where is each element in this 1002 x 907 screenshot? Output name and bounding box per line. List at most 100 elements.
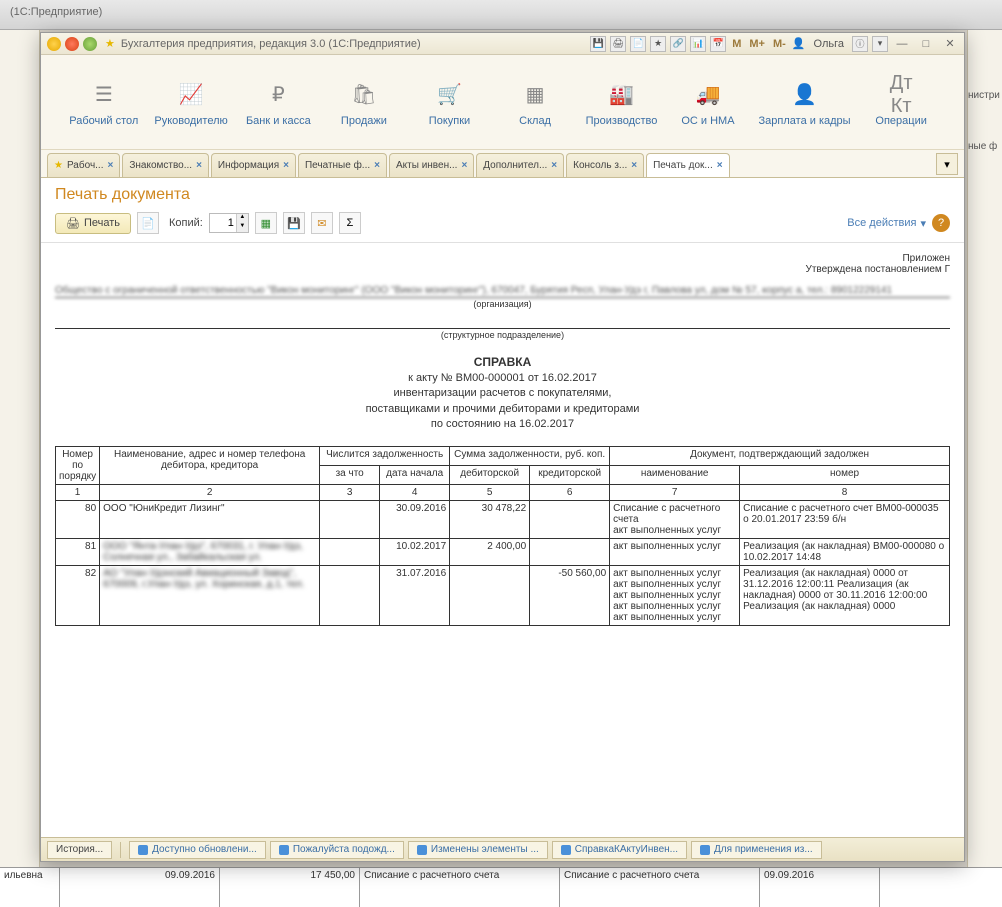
tab[interactable]: Печать док...×	[646, 153, 730, 177]
history-button[interactable]: История...	[47, 841, 112, 859]
tab-label: Информация	[218, 160, 279, 171]
nav-icon: 👤	[793, 83, 817, 107]
tab-close-icon[interactable]: ×	[283, 160, 289, 171]
background-parent-window-title: (1С:Предприятие)	[0, 0, 1002, 30]
bg-cell: 09.09.2016	[60, 868, 220, 907]
table-row[interactable]: 80 ООО "ЮниКредит Лизинг" 30.09.2016 30 …	[56, 501, 950, 539]
info-icon[interactable]: ⓘ	[852, 36, 868, 52]
col-index: 8	[740, 485, 950, 501]
minimize-button[interactable]: —	[892, 36, 912, 52]
nav-icon: 🛍	[352, 83, 376, 107]
statusbar-item[interactable]: СправкаКАктуИнвен...	[552, 841, 687, 859]
calculator-icon[interactable]: 📊	[690, 36, 706, 52]
cell-for-what	[320, 539, 380, 566]
nav-item-банк-и-касса[interactable]: ₽Банк и касса	[243, 83, 313, 127]
document-icon[interactable]: 📄	[630, 36, 646, 52]
star-icon[interactable]: ★	[650, 36, 666, 52]
close-button[interactable]: ✕	[940, 36, 960, 52]
document-preview-area[interactable]: Приложен Утверждена постановлением Г Общ…	[41, 243, 964, 837]
info-icon	[561, 845, 571, 855]
nav-item-производство[interactable]: 🏭Производство	[586, 83, 658, 127]
content-header: Печать документа	[41, 178, 964, 208]
tab[interactable]: Информация ×	[211, 153, 296, 177]
calendar-icon[interactable]: 📅	[710, 36, 726, 52]
preview-button[interactable]: 📄	[137, 212, 159, 234]
nav-item-зарплата-и-кадры[interactable]: 👤Зарплата и кадры	[759, 83, 851, 127]
statusbar-item[interactable]: Доступно обновлени...	[129, 841, 266, 859]
col-number: Номер по порядку	[56, 447, 100, 485]
help-button[interactable]: ?	[932, 214, 950, 232]
spinner-down[interactable]: ▼	[236, 223, 248, 232]
table-settings-button[interactable]: ▦	[255, 212, 277, 234]
doc-appendix-line: Приложен Утверждена постановлением Г	[55, 253, 950, 275]
titlebar-dot-icon[interactable]	[83, 37, 97, 51]
tab[interactable]: Дополнител... ×	[476, 153, 564, 177]
save-button[interactable]: 💾	[283, 212, 305, 234]
nav-item-ос-и-нма[interactable]: 🚚ОС и НМА	[673, 83, 743, 127]
nav-item-руководителю[interactable]: 📈Руководителю	[154, 83, 227, 127]
col-doc-name: наименование	[610, 466, 740, 485]
bg-right-text: ные ф	[968, 141, 1002, 152]
col-index: 6	[530, 485, 610, 501]
maximize-button[interactable]: □	[916, 36, 936, 52]
nav-label: Продажи	[341, 115, 387, 127]
nav-item-склад[interactable]: ▦Склад	[500, 83, 570, 127]
statusbar-item[interactable]: Пожалуйста подожд...	[270, 841, 404, 859]
nav-item-операции[interactable]: Дт КтОперации	[866, 83, 936, 127]
tab-close-icon[interactable]: ×	[196, 160, 202, 171]
doc-subtitle: к акту № ВМ00-000001 от 16.02.2017	[55, 371, 950, 386]
spinner-up[interactable]: ▲	[236, 214, 248, 223]
info-icon	[279, 845, 289, 855]
cell-name: ООО "ЮниКредит Лизинг"	[100, 501, 320, 539]
statusbar-item[interactable]: Для применения из...	[691, 841, 822, 859]
debt-table: Номер по порядку Наименование, адрес и н…	[55, 446, 950, 626]
statusbar-item[interactable]: Изменены элементы ...	[408, 841, 548, 859]
tab-close-icon[interactable]: ×	[107, 160, 113, 171]
tab-label: Дополнител...	[483, 160, 547, 171]
dropdown-icon[interactable]: ▾	[872, 36, 888, 52]
memory-mminus-button[interactable]: M-	[771, 38, 788, 50]
tab-close-icon[interactable]: ×	[717, 160, 723, 171]
print-icon[interactable]: 🖨	[610, 36, 626, 52]
print-button[interactable]: 🖨 Печать	[55, 213, 131, 234]
nav-item-покупки[interactable]: 🛒Покупки	[414, 83, 484, 127]
cell-number: 81	[56, 539, 100, 566]
table-row[interactable]: 81 ООО "Янта-Улан-Удэ", 670031, г. Улан-…	[56, 539, 950, 566]
favorite-star-icon[interactable]: ★	[105, 37, 115, 50]
nav-icon: ₽	[266, 83, 290, 107]
col-index: 5	[450, 485, 530, 501]
tab[interactable]: Печатные ф...×	[298, 153, 387, 177]
col-for-what: за что	[320, 466, 380, 485]
table-row[interactable]: 82 АО "Улан-Удэнский Авиационный Завод",…	[56, 566, 950, 626]
tab[interactable]: Акты инвен...×	[389, 153, 474, 177]
cell-doc-num: Реализация (ак накладная) 0000 от 31.12.…	[740, 566, 950, 626]
tab-close-icon[interactable]: ×	[374, 160, 380, 171]
col-debt: Числится задолженность	[320, 447, 450, 466]
titlebar-dot-icon[interactable]	[65, 37, 79, 51]
cell-number: 82	[56, 566, 100, 626]
page-title: Печать документа	[55, 186, 950, 204]
nav-item-продажи[interactable]: 🛍 Продажи	[329, 83, 399, 127]
tab[interactable]: Консоль з...×	[566, 153, 644, 177]
separator	[120, 842, 121, 858]
sum-button[interactable]: Σ	[339, 212, 361, 234]
tab-close-icon[interactable]: ×	[551, 160, 557, 171]
nav-item-рабочий-стол[interactable]: ☰Рабочий стол	[69, 83, 139, 127]
cell-credit	[530, 539, 610, 566]
statusbar-link: Изменены элементы ...	[431, 844, 539, 855]
memory-m-button[interactable]: M	[730, 38, 743, 50]
save-icon[interactable]: 💾	[590, 36, 606, 52]
memory-mplus-button[interactable]: M+	[747, 38, 767, 50]
background-left-strip	[0, 30, 40, 907]
tab-close-icon[interactable]: ×	[631, 160, 637, 171]
tab-close-icon[interactable]: ×	[461, 160, 467, 171]
document-tabs: ★Рабоч...×Знакомство...×Информация×Печат…	[41, 150, 964, 178]
all-actions-dropdown[interactable]: Все действия ▾	[847, 217, 926, 230]
nav-label: Руководителю	[154, 115, 227, 127]
tab[interactable]: ★Рабоч...×	[47, 153, 120, 177]
tab-overflow-button[interactable]: ▾	[936, 153, 958, 175]
link-icon[interactable]: 🔗	[670, 36, 686, 52]
subdivision-line	[55, 317, 950, 329]
tab[interactable]: Знакомство...×	[122, 153, 209, 177]
email-button[interactable]: ✉	[311, 212, 333, 234]
